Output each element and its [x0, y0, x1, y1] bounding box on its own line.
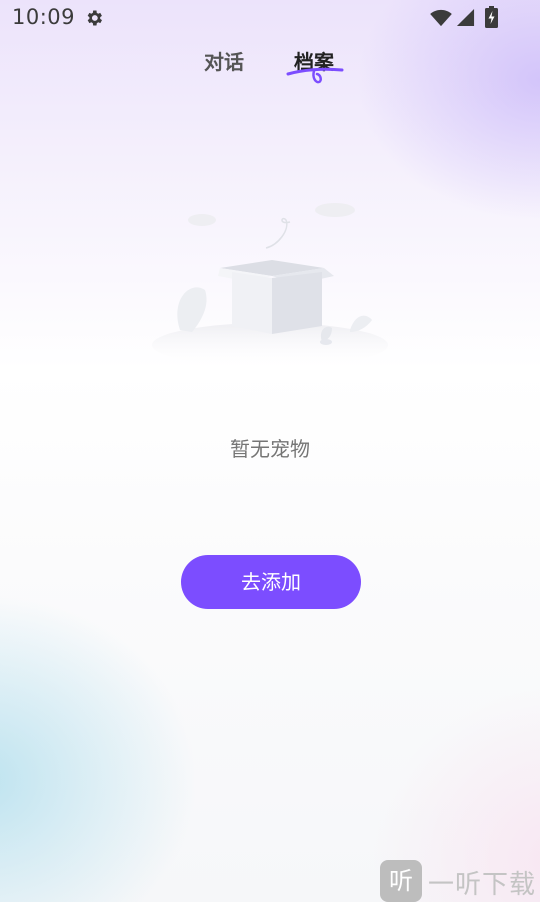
signal-icon — [456, 8, 475, 27]
status-time: 10:09 — [12, 5, 76, 29]
add-pet-button[interactable]: 去添加 — [181, 555, 361, 609]
watermark-logo: 听 — [380, 860, 422, 902]
tab-chat[interactable]: 对话 — [204, 46, 244, 75]
wifi-icon — [430, 9, 452, 27]
active-tab-indicator — [286, 67, 344, 84]
watermark-text: 一听下载 — [428, 870, 537, 900]
status-bar: 10:09 — [0, 0, 540, 36]
gear-icon — [87, 10, 102, 26]
open-empty-box-icon — [152, 203, 388, 367]
battery-charging-icon — [485, 6, 498, 28]
top-tabs: 对话 档案 — [0, 46, 540, 92]
watermark: 听 一听下载 — [380, 860, 540, 902]
empty-state-message: 暂无宠物 — [230, 437, 310, 461]
